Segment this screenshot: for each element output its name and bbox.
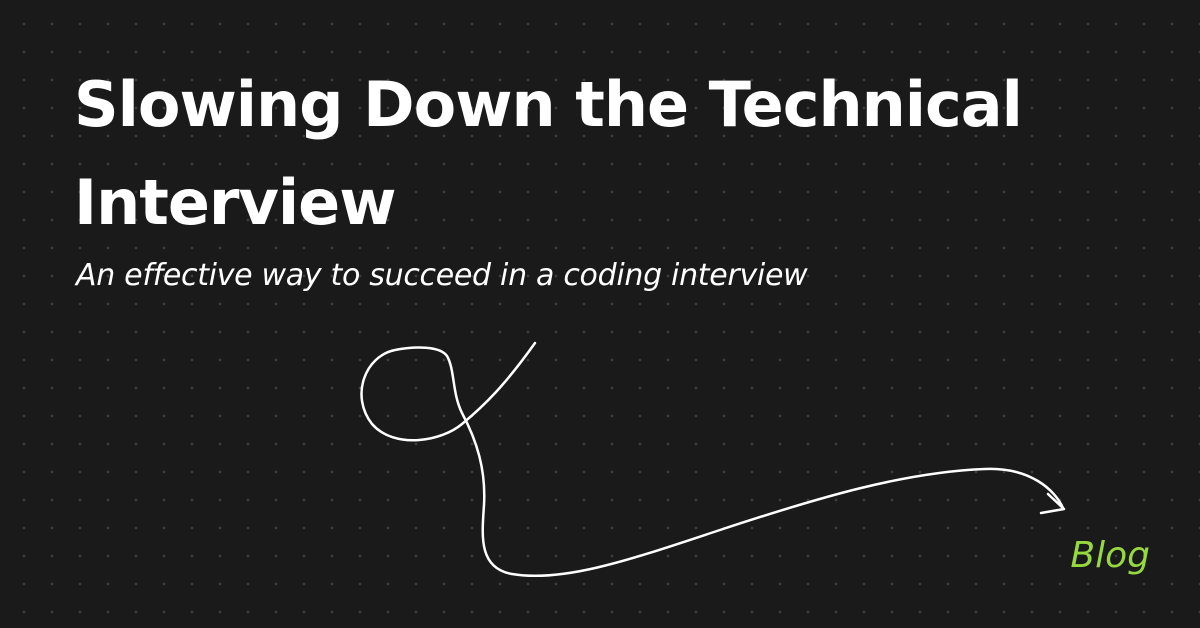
category-label: Blog <box>1070 535 1150 576</box>
squiggle-arrow-icon <box>360 341 1066 578</box>
blog-cover-card: Slowing Down the Technical Interview An … <box>0 0 1200 628</box>
squiggle-arrow-line <box>360 341 1065 578</box>
